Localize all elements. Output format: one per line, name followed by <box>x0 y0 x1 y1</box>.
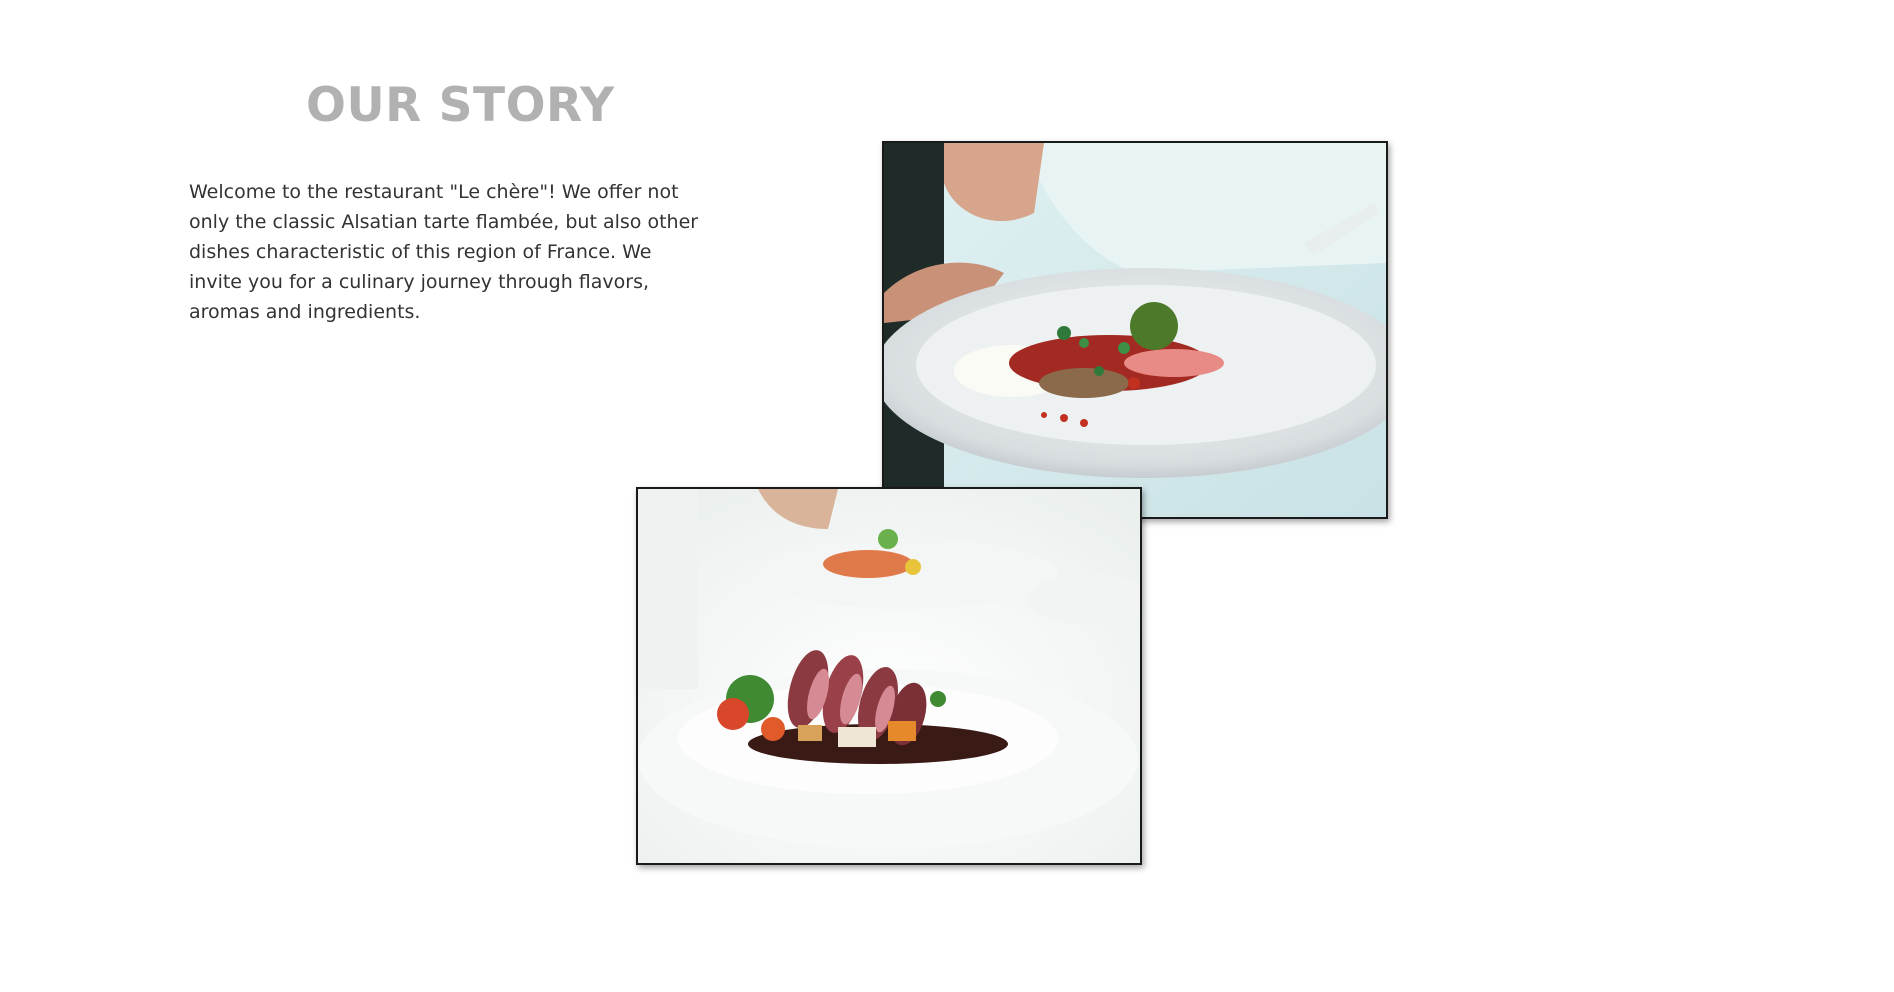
dish-photo-duck-plate-image <box>638 489 1140 863</box>
section-title: OUR STORY <box>306 78 615 133</box>
story-paragraph: Welcome to the restaurant "Le chère"! We… <box>189 181 699 323</box>
dish-photo-duck-plate <box>636 487 1142 865</box>
our-story-section: OUR STORY Welcome to the restaurant "Le … <box>0 0 1894 992</box>
dish-photo-waiter-plate <box>882 141 1388 519</box>
dish-photo-waiter-plate-image <box>884 143 1386 517</box>
